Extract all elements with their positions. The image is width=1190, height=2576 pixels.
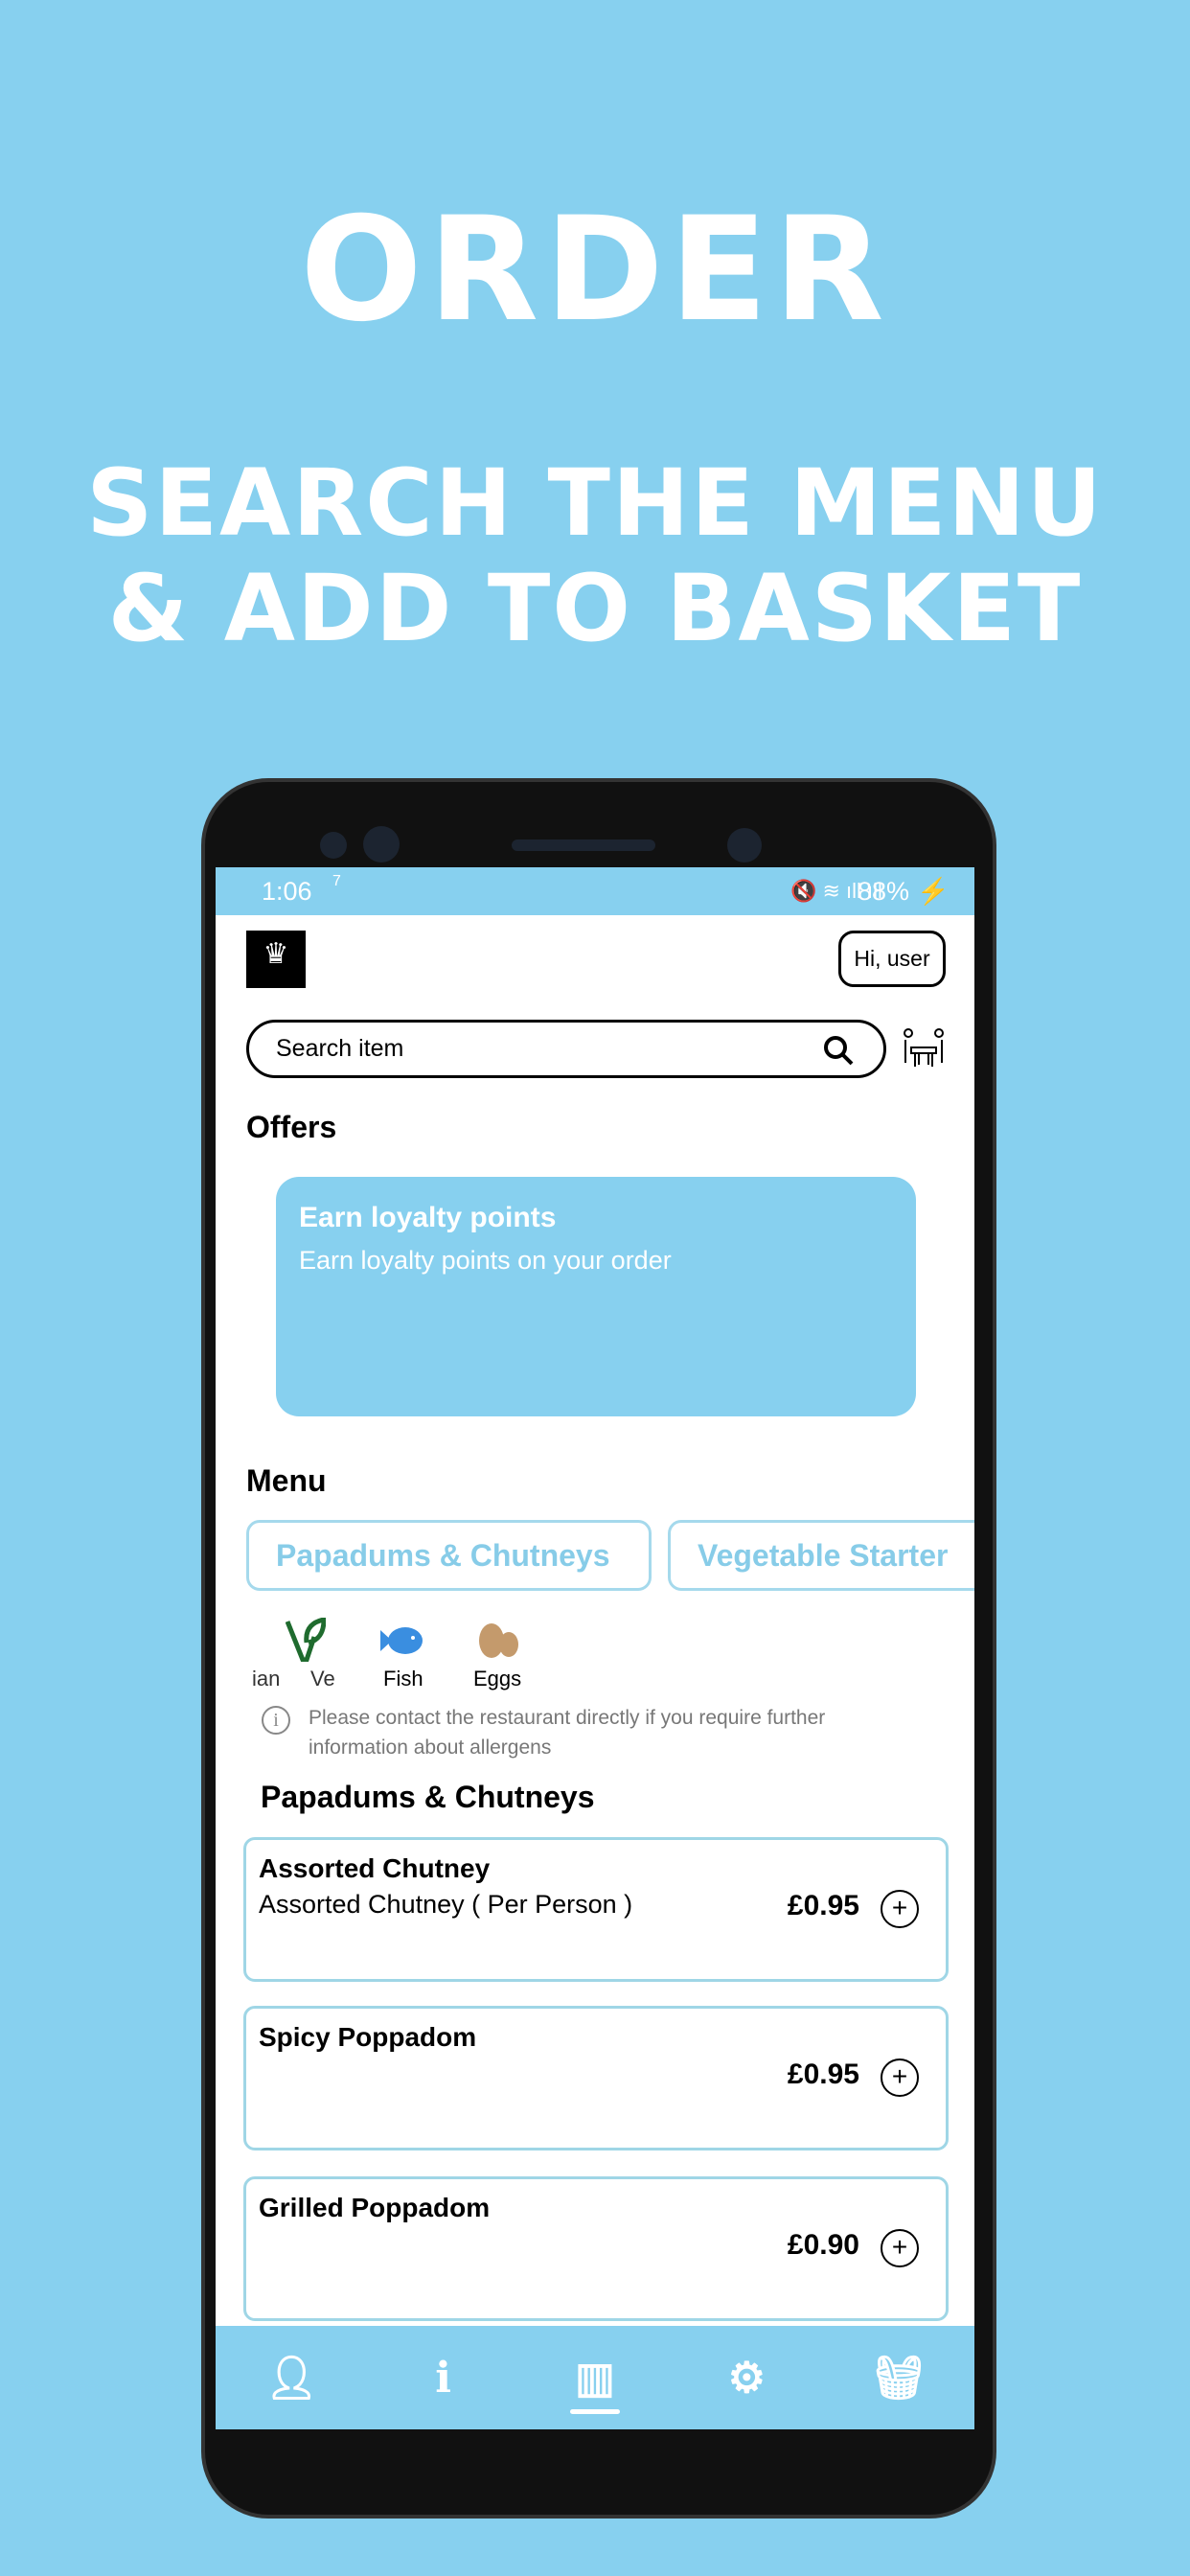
section-heading: Papadums & Chutneys xyxy=(261,1780,595,1814)
table-booking-icon[interactable] xyxy=(902,1028,946,1070)
allergen-label: Eggs xyxy=(473,1667,522,1690)
camera-icon xyxy=(363,826,400,862)
item-name: Grilled Poppadom xyxy=(259,2193,491,2222)
allergen-label: Fish xyxy=(383,1667,423,1690)
eggs-icon xyxy=(479,1623,518,1658)
add-to-basket-button[interactable]: + xyxy=(881,2058,919,2097)
item-price: £0.95 xyxy=(787,2058,859,2090)
allergen-label: ian xyxy=(252,1667,281,1690)
crown-icon: ♛ xyxy=(263,938,289,970)
fish-icon xyxy=(380,1627,423,1654)
offer-card[interactable]: Earn loyalty points Earn loyalty points … xyxy=(276,1177,916,1416)
category-chip[interactable]: Papadums & Chutneys xyxy=(246,1520,652,1591)
front-camera-icon xyxy=(727,828,762,862)
app-screen: 1:06 7 🔇 ≋ ıll ıll 88% ⚡ ♛ Hi, user Sear… xyxy=(216,867,974,2429)
basket-icon[interactable]: 🧺︎ xyxy=(870,2353,927,2403)
speaker-grille xyxy=(512,840,655,851)
info-icon: i xyxy=(262,1706,290,1735)
status-time: 1:06 xyxy=(262,877,312,906)
info-icon[interactable]: i xyxy=(415,2354,472,2403)
menu-heading: Menu xyxy=(246,1463,327,1498)
menu-icon[interactable]: ▥ xyxy=(566,2354,624,2414)
subtitle-line: SEARCH THE MENU xyxy=(86,449,1104,557)
item-price: £0.90 xyxy=(787,2229,859,2261)
profile-icon[interactable]: 👤︎ xyxy=(263,2353,320,2403)
offer-text: Earn loyalty points on your order xyxy=(299,1246,672,1275)
allergen-label: Ve xyxy=(310,1667,335,1690)
user-greeting-button[interactable]: Hi, user xyxy=(838,931,946,987)
menu-item-card[interactable]: Assorted Chutney Assorted Chutney ( Per … xyxy=(243,1837,949,1982)
network-speed: 7 xyxy=(332,873,341,889)
restaurant-logo[interactable]: ♛ xyxy=(246,931,306,988)
add-to-basket-button[interactable]: + xyxy=(881,1890,919,1928)
search-input[interactable]: Search item xyxy=(246,1020,886,1078)
allergen-note: Please contact the restaurant directly i… xyxy=(309,1707,826,1759)
item-name: Spicy Poppadom xyxy=(259,2022,477,2052)
settings-icon[interactable]: ⚙︎ xyxy=(718,2354,775,2403)
sensor-icon xyxy=(320,832,347,859)
item-price: £0.95 xyxy=(787,1890,859,1921)
active-indicator xyxy=(569,2408,620,2414)
status-bar: 1:06 7 🔇 ≋ ıll ıll 88% ⚡ xyxy=(216,867,974,915)
hero-subtitle: SEARCH THE MENU & ADD TO BASKET xyxy=(0,450,1190,661)
subtitle-line: & ADD TO BASKET xyxy=(107,555,1083,662)
hero-title: ORDER xyxy=(300,187,890,354)
battery-charging-icon: ⚡ xyxy=(917,877,950,906)
add-to-basket-button[interactable]: + xyxy=(881,2229,919,2267)
item-name: Assorted Chutney xyxy=(259,1853,491,1883)
item-description: Assorted Chutney ( Per Person ) xyxy=(259,1890,633,1919)
search-placeholder: Search item xyxy=(276,1035,404,1062)
menu-item-card[interactable]: Grilled Poppadom £0.90 + xyxy=(243,2176,949,2321)
menu-item-card[interactable]: Spicy Poppadom £0.95 + xyxy=(243,2006,949,2150)
battery-level: 88% xyxy=(858,877,910,906)
bottom-nav: 👤︎ i ▥ ⚙︎ 🧺︎ xyxy=(216,2326,974,2429)
search-icon[interactable] xyxy=(822,1034,855,1067)
vegan-leaf-icon xyxy=(286,1618,326,1662)
offers-heading: Offers xyxy=(246,1110,337,1144)
offer-title: Earn loyalty points xyxy=(299,1202,557,1233)
category-chip[interactable]: Vegetable Starter xyxy=(668,1520,974,1591)
